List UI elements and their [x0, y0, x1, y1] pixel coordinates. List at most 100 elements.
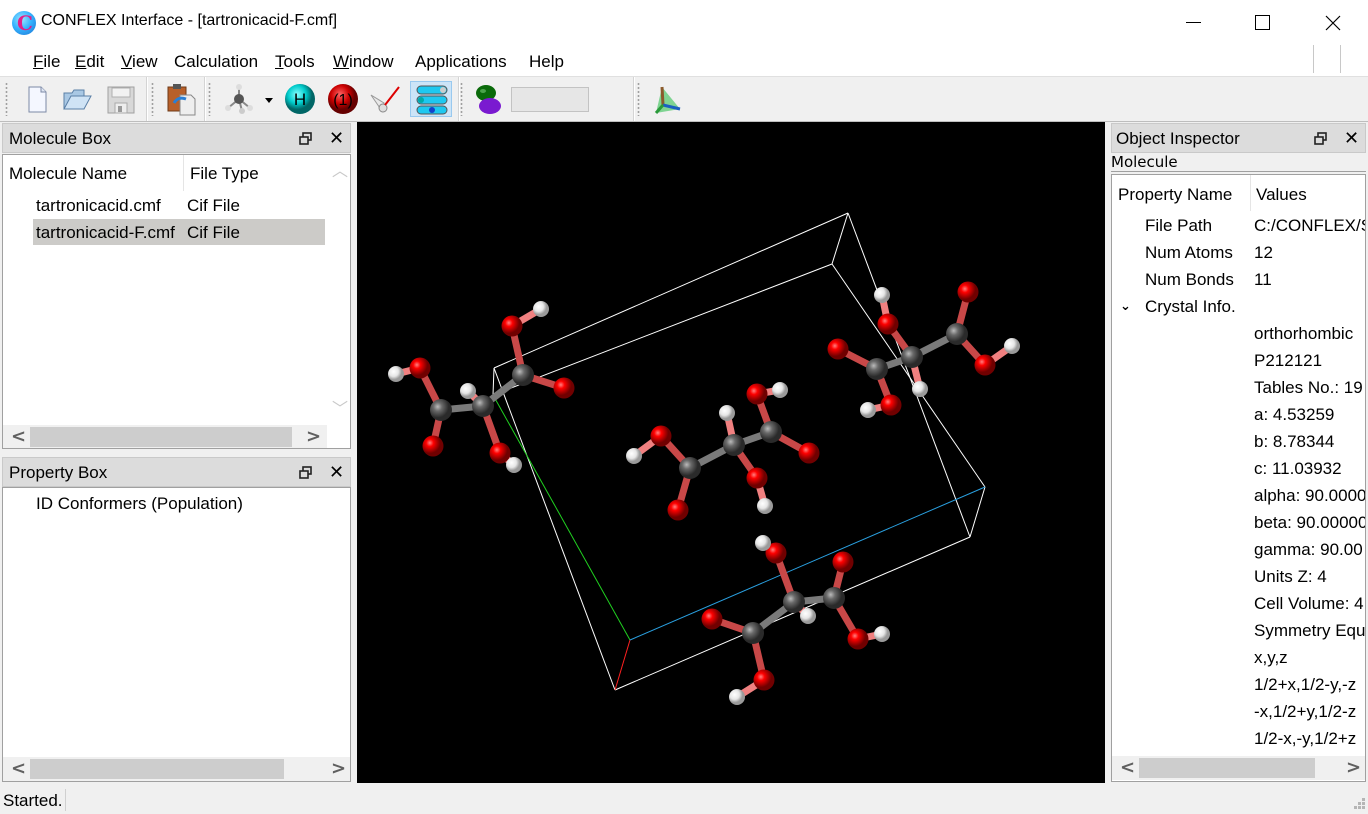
- toolbar-grip[interactable]: [637, 82, 640, 116]
- paste-import-button[interactable]: [164, 81, 198, 117]
- float-panel-icon[interactable]: [1314, 132, 1327, 145]
- toolbar-grip[interactable]: [460, 82, 463, 116]
- menu-window[interactable]: Window: [333, 52, 393, 72]
- oxygen-atom[interactable]: [957, 281, 979, 303]
- float-panel-icon[interactable]: [299, 466, 312, 479]
- carbon-atom[interactable]: [760, 421, 782, 443]
- oxygen-atom[interactable]: [667, 499, 689, 521]
- menu-calculation[interactable]: Calculation: [174, 52, 258, 72]
- toolbar-grip[interactable]: [151, 82, 154, 116]
- open-file-button[interactable]: [60, 81, 94, 117]
- vertical-scrollbar[interactable]: ︿ ﹀: [327, 155, 350, 425]
- hydrogen-atom[interactable]: [912, 381, 928, 397]
- oxygen-atom[interactable]: [746, 383, 768, 405]
- oxygen-atom[interactable]: [753, 669, 775, 691]
- hydrogen-atom[interactable]: [626, 448, 642, 464]
- oxygen-atom[interactable]: [701, 608, 723, 630]
- close-panel-icon[interactable]: ✕: [329, 130, 344, 148]
- close-panel-icon[interactable]: ✕: [1344, 130, 1359, 148]
- molecule-tartronic-acid[interactable]: [388, 301, 575, 473]
- oxygen-atom[interactable]: [553, 377, 575, 399]
- new-file-button[interactable]: [20, 81, 54, 117]
- orbital-button[interactable]: [471, 81, 505, 117]
- carbon-atom[interactable]: [901, 346, 923, 368]
- scroll-up-icon[interactable]: ︿: [332, 157, 348, 181]
- oxygen-atom[interactable]: [650, 425, 672, 447]
- menu-file[interactable]: File: [33, 52, 60, 72]
- column-header-property-name[interactable]: Property Name: [1118, 185, 1232, 205]
- hydrogen-atom[interactable]: [460, 383, 476, 399]
- molecule-3d-viewer[interactable]: [357, 122, 1105, 783]
- column-divider[interactable]: [183, 155, 184, 191]
- oxygen-atom[interactable]: [501, 315, 523, 337]
- scrollbar-thumb[interactable]: [1139, 758, 1315, 778]
- carbon-atom[interactable]: [946, 323, 968, 345]
- carbon-atom[interactable]: [823, 587, 845, 609]
- molecule-tartronic-acid[interactable]: [701, 535, 891, 705]
- oxygen-atom[interactable]: [746, 467, 768, 489]
- oxygen-atom[interactable]: [422, 435, 444, 457]
- carbon-atom[interactable]: [866, 358, 888, 380]
- hydrogen-atom[interactable]: [800, 608, 816, 624]
- molecule-tartronic-acid[interactable]: [626, 382, 820, 521]
- menu-view[interactable]: View: [121, 52, 158, 72]
- oxygen-atom[interactable]: [827, 338, 849, 360]
- scrollbar-thumb[interactable]: [30, 759, 284, 779]
- carbon-atom[interactable]: [723, 434, 745, 456]
- toolbar-grip[interactable]: [5, 82, 8, 116]
- hydrogen-atom[interactable]: [533, 301, 549, 317]
- molecule-model-button[interactable]: [222, 81, 278, 117]
- carbon-atom[interactable]: [679, 457, 701, 479]
- hydrogen-atom[interactable]: [388, 366, 404, 382]
- menu-edit[interactable]: Edit: [75, 52, 104, 72]
- float-panel-icon[interactable]: [299, 132, 312, 145]
- hydrogen-atom[interactable]: [874, 287, 890, 303]
- resize-grip-icon[interactable]: [1354, 798, 1366, 810]
- save-file-button[interactable]: [104, 81, 138, 117]
- measure-button[interactable]: [368, 81, 402, 117]
- oxygen-atom[interactable]: [832, 551, 854, 573]
- scroll-right-icon[interactable]: >: [306, 426, 321, 447]
- add-hydrogen-button[interactable]: H: [283, 81, 317, 117]
- scroll-right-icon[interactable]: >: [331, 758, 346, 779]
- horizontal-scrollbar[interactable]: < >: [1112, 756, 1365, 780]
- hydrogen-atom[interactable]: [506, 457, 522, 473]
- oxygen-atom[interactable]: [847, 628, 869, 650]
- carbon-atom[interactable]: [783, 591, 805, 613]
- column-header-values[interactable]: Values: [1256, 185, 1307, 205]
- hydrogen-atom[interactable]: [719, 405, 735, 421]
- close-window-button[interactable]: [1309, 8, 1355, 38]
- hydrogen-atom[interactable]: [755, 535, 771, 551]
- toolbar-grip[interactable]: [208, 82, 211, 116]
- chevron-down-icon[interactable]: ⌄: [1120, 299, 1131, 314]
- menu-applications[interactable]: Applications: [415, 52, 507, 72]
- hydrogen-atom[interactable]: [874, 626, 890, 642]
- oxygen-atom[interactable]: [798, 442, 820, 464]
- hydrogen-atom[interactable]: [1004, 338, 1020, 354]
- hydrogen-atom[interactable]: [772, 382, 788, 398]
- carbon-atom[interactable]: [742, 622, 764, 644]
- scroll-left-icon[interactable]: <: [11, 758, 26, 779]
- property-box-titlebar[interactable]: Property Box ✕: [2, 457, 351, 487]
- scroll-down-icon[interactable]: ﹀: [332, 395, 348, 419]
- object-inspector-titlebar[interactable]: Object Inspector ✕: [1111, 123, 1366, 153]
- hydrogen-atom[interactable]: [729, 689, 745, 705]
- oxygen-atom[interactable]: [489, 442, 511, 464]
- molecule-box-titlebar[interactable]: Molecule Box ✕: [2, 123, 351, 153]
- toolbar-value-field[interactable]: [511, 87, 589, 112]
- oxygen-atom[interactable]: [409, 357, 431, 379]
- display-settings-button[interactable]: [410, 81, 452, 117]
- scroll-left-icon[interactable]: <: [11, 426, 26, 447]
- column-divider[interactable]: [1250, 175, 1251, 211]
- oxygen-atom[interactable]: [880, 394, 902, 416]
- column-header-file-type[interactable]: File Type: [190, 164, 259, 184]
- horizontal-scrollbar[interactable]: < >: [3, 757, 350, 781]
- column-header-molecule-name[interactable]: Molecule Name: [9, 164, 127, 184]
- minimize-button[interactable]: [1169, 8, 1215, 38]
- carbon-atom[interactable]: [512, 364, 534, 386]
- hydrogen-atom[interactable]: [860, 402, 876, 418]
- atom-number-button[interactable]: (1): [326, 81, 360, 117]
- column-header-id-conformers[interactable]: ID Conformers (Population): [36, 494, 243, 514]
- scroll-right-icon[interactable]: >: [1346, 757, 1361, 778]
- horizontal-scrollbar[interactable]: < >: [3, 425, 327, 448]
